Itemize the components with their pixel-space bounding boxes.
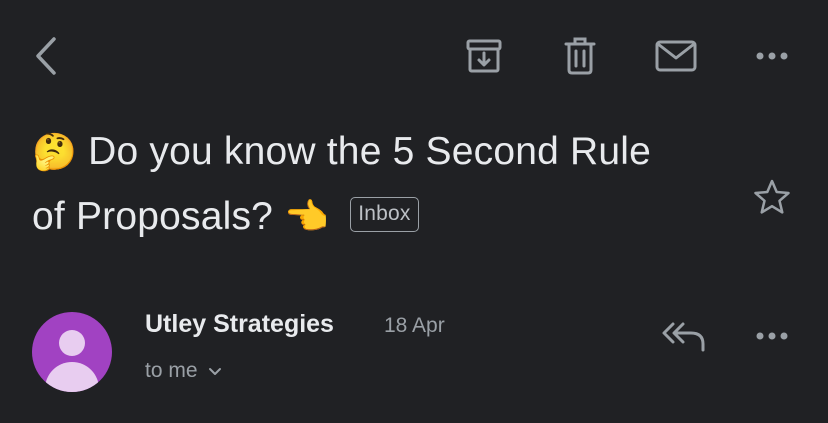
delete-button[interactable] (558, 34, 602, 78)
thinking-face-emoji: 🤔 (32, 132, 78, 173)
back-icon (36, 37, 56, 75)
recipient-toggle[interactable]: to me (145, 359, 222, 383)
reply-all-icon (662, 322, 705, 352)
mark-unread-button[interactable] (652, 34, 700, 78)
message-date: 18 Apr (384, 314, 445, 337)
sender-avatar[interactable] (32, 312, 112, 392)
email-view: 🤔 Do you know the 5 Second Rule of Propo… (0, 0, 828, 423)
back-button[interactable] (26, 34, 66, 78)
subject-text-line1: Do you know the 5 Second Rule (88, 130, 652, 173)
archive-button[interactable] (462, 34, 506, 78)
more-button[interactable] (750, 34, 794, 78)
star-button[interactable] (750, 175, 794, 219)
mark-unread-icon (655, 40, 697, 72)
sender-name[interactable]: Utley Strategies (145, 310, 334, 339)
archive-icon (466, 39, 502, 73)
more-icon (756, 52, 788, 60)
subject-text-line2: of Proposals? (32, 195, 274, 238)
delete-icon (564, 37, 596, 75)
more-icon (756, 332, 788, 340)
reply-all-button[interactable] (658, 314, 710, 358)
email-subject: 🤔 Do you know the 5 Second Rule of Propo… (32, 120, 732, 250)
pointing-hand-emoji: 👈 (284, 197, 330, 238)
star-icon (754, 179, 790, 214)
inbox-label-chip[interactable]: Inbox (350, 197, 419, 233)
recipient-text: to me (145, 359, 198, 382)
chevron-down-icon (208, 367, 221, 375)
avatar-person-head-icon (59, 330, 85, 356)
avatar-person-body-icon (45, 362, 99, 392)
message-more-button[interactable] (750, 314, 794, 358)
